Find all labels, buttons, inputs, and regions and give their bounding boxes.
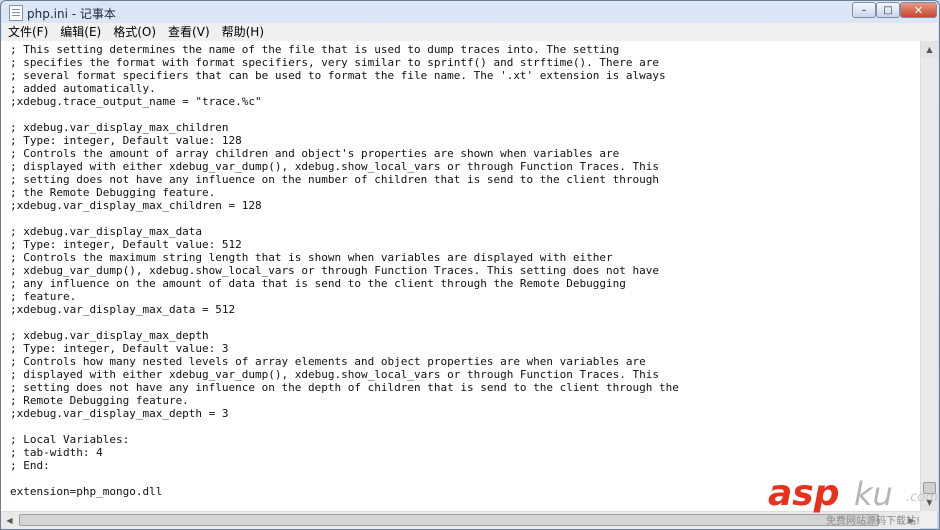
minimize-button[interactable]: – [852,2,876,18]
watermark-suffix: .com [906,490,938,505]
editor-line: ; tab-width: 4 [10,446,103,459]
menu-view[interactable]: 查看(V) [162,23,216,41]
editor-text[interactable]: ; This setting determines the name of th… [10,43,679,498]
editor-line: ; xdebug_var_dump(), xdebug.show_local_v… [10,264,660,277]
close-icon: ✕ [913,3,924,17]
editor-line: ; displayed with either xdebug_var_dump(… [10,160,660,173]
editor-line: ; several format specifiers that can be … [10,69,666,82]
editor-line: ; xdebug.var_display_max_data [10,225,203,238]
editor-line: ; This setting determines the name of th… [10,43,620,56]
editor-line: ;xdebug.trace_output_name = "trace.%c" [10,95,262,108]
editor-line: ; Type: integer, Default value: 3 [10,342,229,355]
editor-line: ; Local Variables: [10,433,130,446]
close-button[interactable]: ✕ [900,2,937,18]
menu-edit[interactable]: 编辑(E) [54,23,107,41]
text-editor-area[interactable]: ; This setting determines the name of th… [1,41,920,511]
editor-line: extension=php_mongo.dll [10,485,163,498]
site-watermark: asp ku .com 免费网站源码下载站! [768,473,938,528]
watermark-brand-grey: ku [854,475,893,513]
editor-line: ; Controls how many nested levels of arr… [10,355,646,368]
watermark-tagline: 免费网站源码下载站! [826,516,921,527]
editor-line: ; Controls the maximum string length tha… [10,251,613,264]
horizontal-scroll-thumb[interactable] [19,514,879,526]
menu-bar: 文件(F) 编辑(E) 格式(O) 查看(V) 帮助(H) [2,23,938,42]
editor-line: ; displayed with either xdebug_var_dump(… [10,368,660,381]
editor-line: ; the Remote Debugging feature. [10,186,216,199]
editor-line: ; added automatically. [10,82,156,95]
scroll-left-arrow-icon[interactable]: ◀ [1,512,18,529]
vertical-scrollbar[interactable]: ▲ ▼ [920,41,938,511]
editor-line: ; Type: integer, Default value: 512 [10,238,242,251]
editor-line: ; Remote Debugging feature. [10,394,189,407]
editor-line: ; specifies the format with format speci… [10,56,660,69]
editor-line: ; setting does not have any influence on… [10,173,660,186]
title-bar[interactable]: php.ini - 记事本 – □ ✕ [1,1,939,23]
editor-line: ; xdebug.var_display_max_children [10,121,229,134]
notepad-icon [9,5,23,21]
editor-line: ;xdebug.var_display_max_data = 512 [10,303,236,316]
watermark-brand-red: asp [768,473,840,514]
editor-line: ; End: [10,459,50,472]
editor-line: ; xdebug.var_display_max_depth [10,329,209,342]
scroll-up-arrow-icon[interactable]: ▲ [921,41,938,58]
editor-line: ;xdebug.var_display_max_children = 128 [10,199,262,212]
menu-file[interactable]: 文件(F) [2,23,54,41]
editor-line: ; feature. [10,290,77,303]
editor-line: ; any influence on the amount of data th… [10,277,626,290]
maximize-icon: □ [883,4,893,16]
editor-line: ; Type: integer, Default value: 128 [10,134,242,147]
editor-line: ; setting does not have any influence on… [10,381,679,394]
editor-line: ;xdebug.var_display_max_depth = 3 [10,407,229,420]
menu-format[interactable]: 格式(O) [107,23,162,41]
menu-help[interactable]: 帮助(H) [216,23,270,41]
editor-line: ; Controls the amount of array children … [10,147,620,160]
minimize-icon: – [861,4,867,16]
window-title: php.ini - 记事本 [27,7,116,21]
maximize-button[interactable]: □ [876,2,900,18]
